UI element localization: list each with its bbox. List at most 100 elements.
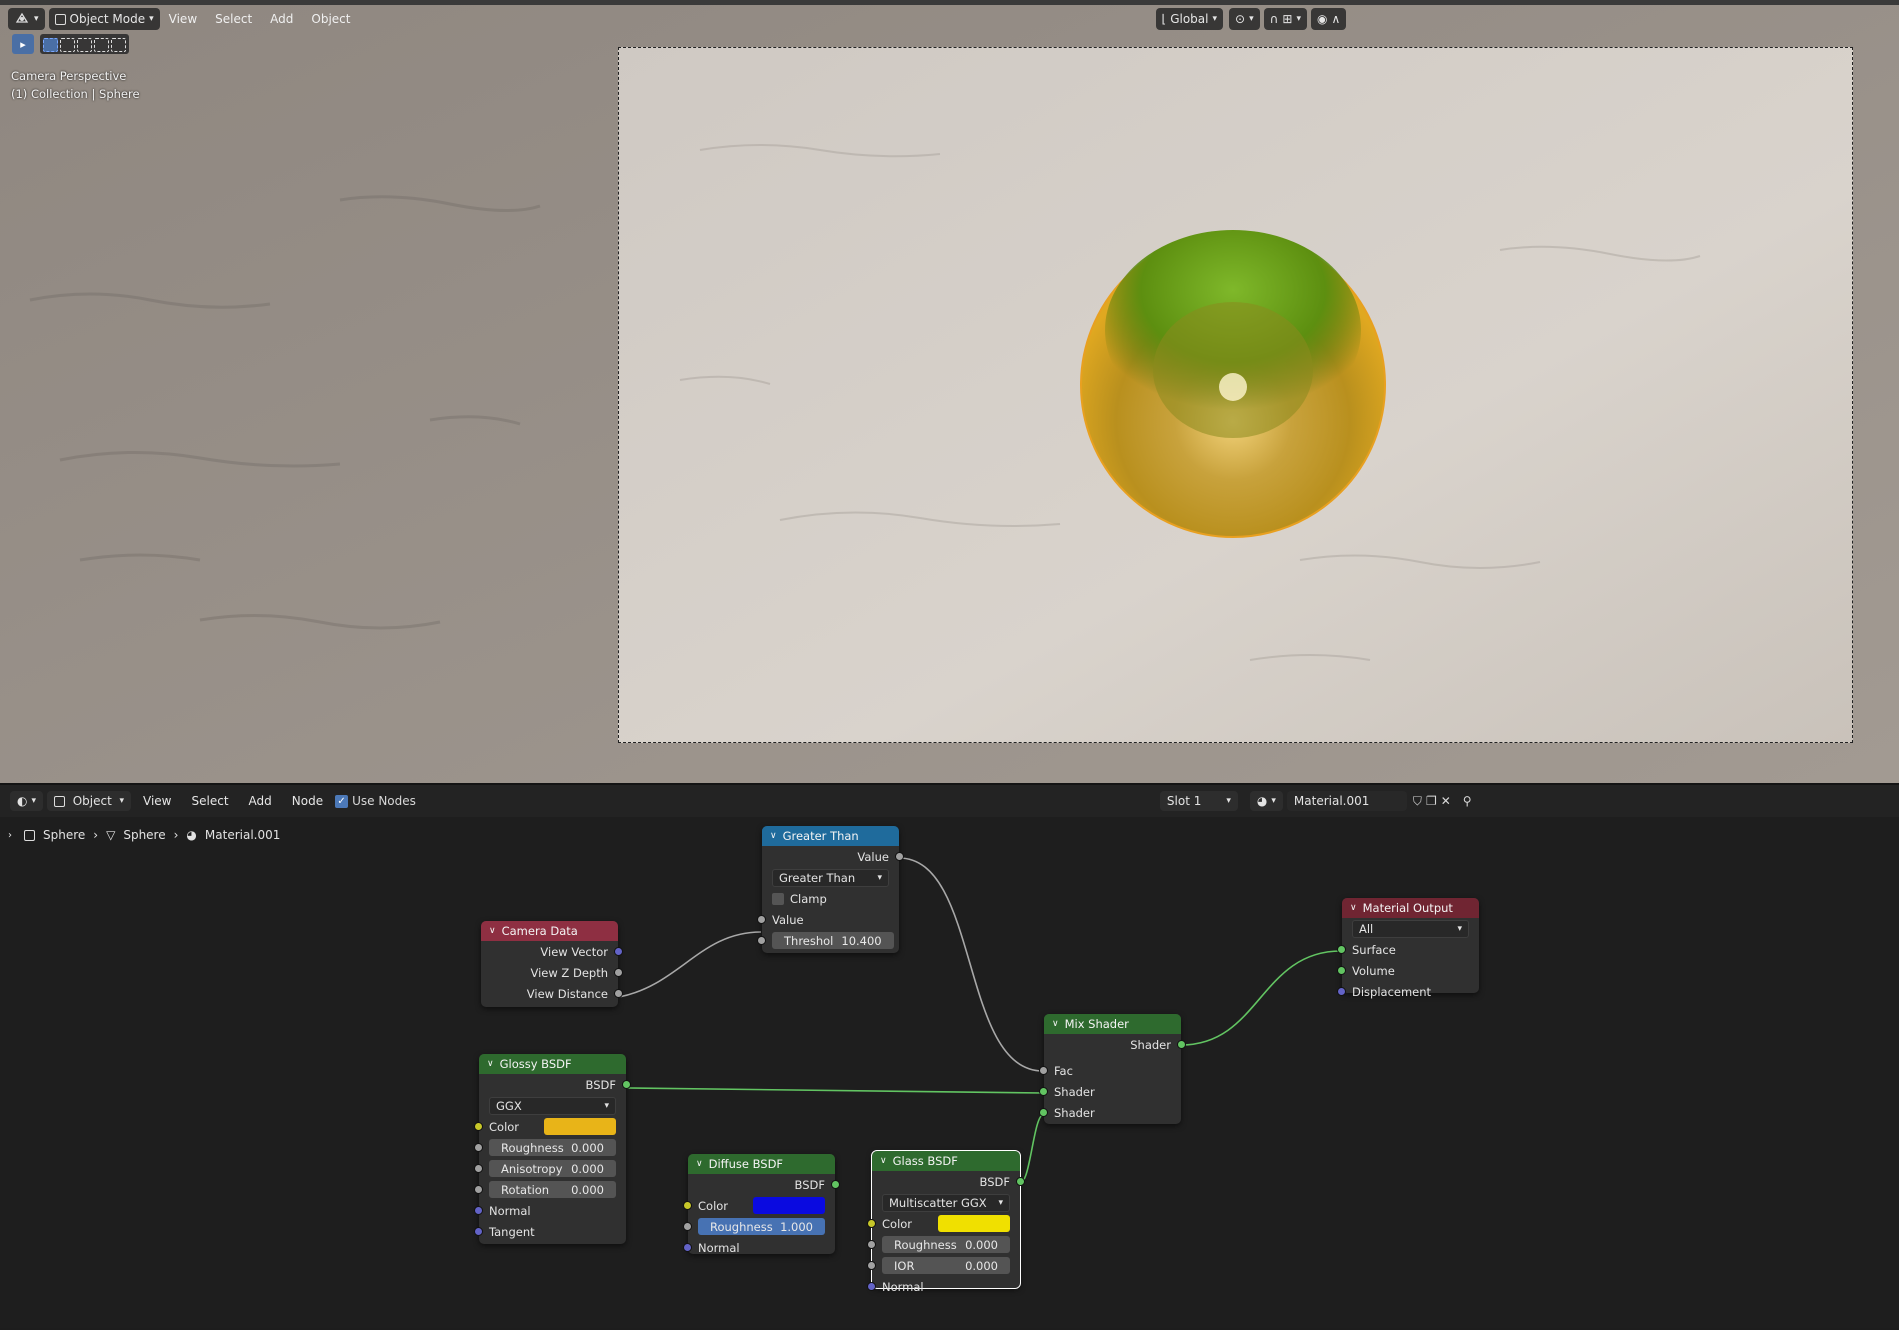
menu-select[interactable]: Select — [184, 794, 237, 808]
color-swatch[interactable] — [938, 1215, 1010, 1232]
roughness-field[interactable]: Roughness 0.000 — [882, 1236, 1010, 1253]
roughness-field[interactable]: Roughness 1.000 — [698, 1218, 825, 1235]
input-socket[interactable] — [757, 915, 766, 924]
collapse-chevron-icon[interactable]: ∨ — [1052, 1019, 1059, 1029]
greater-than-node[interactable]: ∨ Greater Than Value Greater Than ▾ Clam… — [757, 826, 904, 953]
operation-dropdown[interactable]: Greater Than ▾ — [772, 868, 889, 887]
breadcrumb-object[interactable]: Sphere — [43, 828, 85, 842]
breadcrumb-mesh[interactable]: Sphere — [123, 828, 165, 842]
output-socket[interactable] — [614, 989, 623, 998]
collapse-chevron-icon[interactable]: ∨ — [880, 1156, 887, 1166]
input-socket[interactable] — [1337, 966, 1346, 975]
node-header[interactable]: ∨ Glass BSDF — [872, 1151, 1020, 1171]
collapse-chevron-icon[interactable]: ∨ — [489, 926, 496, 936]
collapse-chevron-icon[interactable]: ∨ — [696, 1159, 703, 1169]
output-socket[interactable] — [1016, 1177, 1025, 1186]
pivot-point-button[interactable]: ⊙ ▾ — [1229, 8, 1260, 30]
output-socket[interactable] — [1177, 1040, 1186, 1049]
snap-button[interactable]: ∩ ⊞ ▾ — [1263, 8, 1307, 30]
editor-type-button[interactable]: ▾ — [8, 8, 45, 30]
material-output-node[interactable]: ∨ Material Output All ▾ Surface Volume D… — [1337, 898, 1479, 999]
output-socket[interactable] — [614, 947, 623, 956]
select-tool-button[interactable]: ▸ — [12, 34, 34, 54]
unlink-x-icon[interactable]: ✕ — [1441, 794, 1451, 808]
menu-add[interactable]: Add — [241, 794, 280, 808]
fake-user-shield-icon[interactable]: ⛉ — [1413, 794, 1422, 809]
menu-add[interactable]: Add — [261, 12, 302, 26]
input-socket[interactable] — [867, 1282, 876, 1291]
distribution-dropdown[interactable]: GGX ▾ — [489, 1096, 616, 1115]
rotation-field[interactable]: Rotation 0.000 — [489, 1181, 616, 1198]
input-socket[interactable] — [757, 936, 766, 945]
3d-viewport[interactable]: ▾ Object Mode ▾ View Select Add Object ⌊… — [0, 0, 1899, 783]
ior-field[interactable]: IOR 0.000 — [882, 1257, 1010, 1274]
breadcrumb-material[interactable]: Material.001 — [205, 828, 280, 842]
glass-bsdf-node[interactable]: ∨ Glass BSDF BSDF Multiscatter GGX ▾ Col… — [867, 1150, 1025, 1294]
output-socket[interactable] — [895, 852, 904, 861]
node-header[interactable]: ∨ Glossy BSDF — [479, 1054, 626, 1074]
input-socket[interactable] — [867, 1219, 876, 1228]
distribution-dropdown[interactable]: Multiscatter GGX ▾ — [882, 1193, 1010, 1212]
select-intersect-icon[interactable] — [111, 38, 126, 52]
collapse-chevron-icon[interactable]: ∨ — [487, 1059, 494, 1069]
output-socket[interactable] — [831, 1180, 840, 1189]
camera-data-node[interactable]: ∨ Camera Data View Vector View Z Depth V… — [481, 921, 623, 1007]
input-socket[interactable] — [683, 1201, 692, 1210]
output-socket[interactable] — [614, 968, 623, 977]
target-dropdown[interactable]: All ▾ — [1352, 919, 1469, 938]
node-header[interactable]: ∨ Camera Data — [481, 921, 618, 941]
mode-selector[interactable]: Object Mode ▾ — [48, 8, 160, 30]
input-socket[interactable] — [683, 1243, 692, 1252]
proportional-editing-button[interactable]: ◉ ∧ — [1310, 8, 1347, 30]
input-socket[interactable] — [474, 1164, 483, 1173]
node-header[interactable]: ∨ Mix Shader — [1044, 1014, 1181, 1034]
pin-icon[interactable]: ⚲ — [1463, 794, 1472, 808]
select-subtract-icon[interactable] — [77, 38, 92, 52]
menu-view[interactable]: View — [135, 794, 179, 808]
input-socket[interactable] — [474, 1143, 483, 1152]
input-socket[interactable] — [1039, 1087, 1048, 1096]
roughness-field[interactable]: Roughness 0.000 — [489, 1139, 616, 1156]
object-type-dropdown[interactable]: Object ▾ — [47, 791, 132, 811]
collapse-chevron-icon[interactable]: ∨ — [1350, 903, 1357, 913]
diffuse-bsdf-node[interactable]: ∨ Diffuse BSDF BSDF Color Roughness 1.00… — [683, 1154, 840, 1255]
input-socket[interactable] — [474, 1185, 483, 1194]
glossy-bsdf-node[interactable]: ∨ Glossy BSDF BSDF GGX ▾ Color Roughness… — [474, 1054, 631, 1244]
input-socket[interactable] — [474, 1122, 483, 1131]
select-new-icon[interactable] — [43, 38, 58, 52]
color-swatch[interactable] — [753, 1197, 825, 1214]
use-nodes-checkbox[interactable]: ✓ — [335, 794, 349, 808]
threshold-field[interactable]: Threshol 10.400 — [772, 932, 894, 949]
select-invert-icon[interactable] — [94, 38, 109, 52]
input-socket[interactable] — [867, 1240, 876, 1249]
node-header[interactable]: ∨ Greater Than — [762, 826, 899, 846]
clamp-checkbox[interactable] — [772, 892, 784, 905]
node-header[interactable]: ∨ Diffuse BSDF — [688, 1154, 835, 1174]
input-socket[interactable] — [1039, 1108, 1048, 1117]
node-header[interactable]: ∨ Material Output — [1342, 898, 1479, 918]
transform-orientation-dropdown[interactable]: ⌊ Global ▾ — [1155, 8, 1223, 30]
menu-select[interactable]: Select — [206, 12, 261, 26]
input-socket[interactable] — [474, 1206, 483, 1215]
menu-node[interactable]: Node — [284, 794, 331, 808]
mix-shader-node[interactable]: ∨ Mix Shader Shader Fac Shader Shader — [1039, 1014, 1186, 1124]
duplicate-material-icon[interactable]: ❐ — [1426, 794, 1437, 808]
input-socket[interactable] — [683, 1222, 692, 1231]
collapse-chevron-icon[interactable]: ∨ — [770, 831, 777, 841]
input-socket[interactable] — [474, 1227, 483, 1236]
slot-dropdown[interactable]: Slot 1 ▾ — [1159, 791, 1238, 811]
input-socket[interactable] — [867, 1261, 876, 1270]
input-socket[interactable] — [1337, 945, 1346, 954]
material-name-field[interactable]: Material.001 — [1286, 791, 1407, 811]
anisotropy-field[interactable]: Anisotropy 0.000 — [489, 1160, 616, 1177]
menu-view[interactable]: View — [160, 12, 206, 26]
select-extend-icon[interactable] — [60, 38, 75, 52]
editor-type-button[interactable]: ◐ ▾ — [10, 791, 44, 811]
color-swatch[interactable] — [544, 1118, 616, 1135]
shader-node-editor[interactable]: ◐ ▾ Object ▾ View Select Add Node ✓ Use … — [0, 783, 1899, 1328]
input-socket[interactable] — [1039, 1066, 1048, 1075]
menu-object[interactable]: Object — [302, 12, 359, 26]
material-browse-button[interactable]: ◕ ▾ — [1249, 791, 1283, 811]
input-socket[interactable] — [1337, 987, 1346, 996]
output-socket[interactable] — [622, 1080, 631, 1089]
